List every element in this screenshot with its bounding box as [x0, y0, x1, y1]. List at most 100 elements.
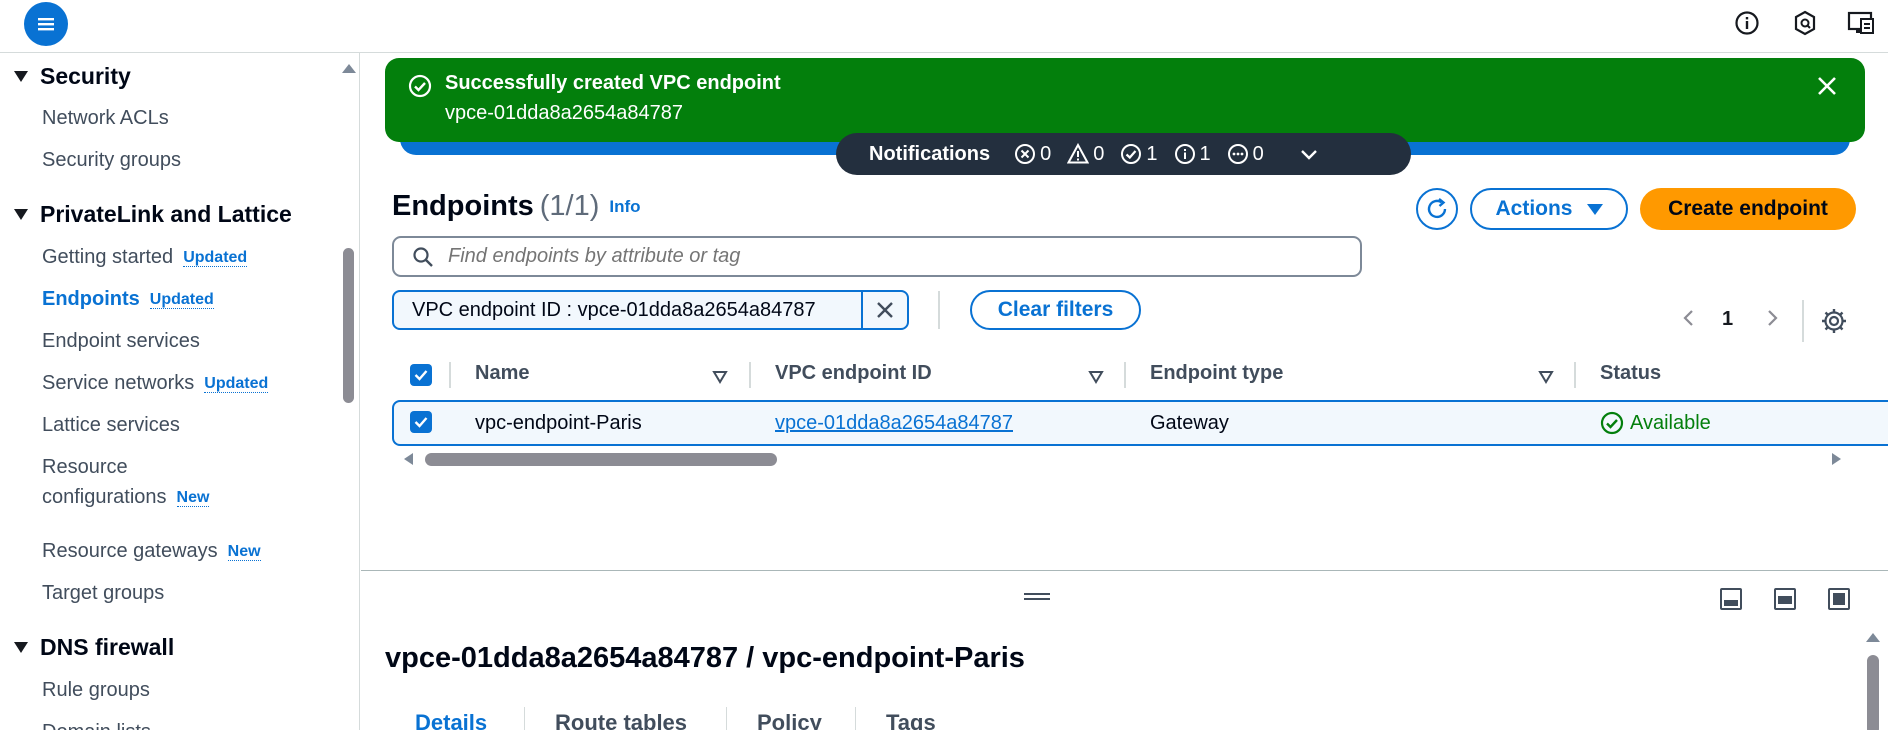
- sidebar-item-service-networks[interactable]: Service networks Updated: [42, 368, 269, 399]
- sidebar-item-resource-gateways[interactable]: Resource gateways New: [42, 536, 261, 567]
- clear-filters-button[interactable]: Clear filters: [970, 290, 1141, 330]
- divider: [938, 291, 940, 329]
- create-endpoint-button[interactable]: Create endpoint: [1640, 188, 1856, 230]
- detail-panel-title: vpce-01dda8a2654a84787 / vpc-endpoint-Pa…: [385, 642, 1025, 674]
- tab-details[interactable]: Details: [415, 710, 487, 730]
- sidebar-scrollbar[interactable]: [343, 248, 354, 403]
- flash-title: Successfully created VPC endpoint: [445, 72, 781, 94]
- nav-section-security[interactable]: Security: [14, 63, 131, 90]
- chevron-down-icon[interactable]: [1298, 143, 1320, 165]
- vertical-scrollbar[interactable]: [1867, 655, 1879, 730]
- column-header-name[interactable]: Name: [475, 362, 529, 385]
- column-divider: [1574, 362, 1576, 388]
- sidebar-item-rule-groups[interactable]: Rule groups: [42, 675, 150, 705]
- refresh-icon: [1427, 198, 1447, 219]
- caret-down-icon: [1586, 203, 1603, 215]
- sidebar-item-security-groups[interactable]: Security groups: [42, 145, 181, 175]
- tab-divider: [855, 707, 856, 730]
- success-check-icon: [408, 74, 432, 98]
- scroll-up-arrow[interactable]: [1866, 633, 1880, 642]
- new-badge: New: [227, 543, 261, 561]
- column-header-status[interactable]: Status: [1600, 362, 1661, 385]
- info-icon[interactable]: [1732, 8, 1762, 38]
- chevron-right-icon[interactable]: [1764, 310, 1780, 326]
- search-input[interactable]: [448, 245, 1328, 268]
- cell-endpoint-type: Gateway: [1150, 412, 1229, 434]
- horizontal-scrollbar[interactable]: [425, 453, 777, 466]
- success-flash-banner: Successfully created VPC endpoint vpce-0…: [385, 58, 1865, 142]
- warning-icon: [1067, 143, 1090, 164]
- vpc-endpoint-id-link[interactable]: vpce-01dda8a2654a84787: [775, 412, 1013, 435]
- in-progress-count: 0: [1227, 143, 1264, 166]
- row-checkbox[interactable]: [410, 411, 432, 433]
- tab-tags[interactable]: Tags: [886, 710, 936, 730]
- column-divider: [1124, 362, 1126, 388]
- sort-icon[interactable]: [712, 370, 728, 384]
- updated-badge: Updated: [149, 291, 214, 309]
- panel-side-icon[interactable]: [1774, 588, 1796, 610]
- status-badge: Available: [1600, 411, 1711, 435]
- info-count: 1: [1174, 143, 1211, 166]
- column-header-vpc-endpoint-id[interactable]: VPC endpoint ID: [775, 362, 932, 385]
- sidebar-item-target-groups[interactable]: Target groups: [42, 578, 164, 608]
- close-icon: [877, 302, 893, 318]
- flash-subtitle: vpce-01dda8a2654a84787: [445, 102, 683, 124]
- filter-token: VPC endpoint ID : vpce-01dda8a2654a84787: [392, 290, 909, 330]
- tab-divider: [726, 707, 727, 730]
- caret-down-icon: [14, 209, 28, 220]
- column-divider: [449, 362, 451, 388]
- info-icon: [1174, 144, 1195, 164]
- sidebar-item-endpoints[interactable]: Endpoints Updated: [42, 284, 214, 315]
- success-count: 1: [1120, 143, 1158, 166]
- scroll-left-arrow[interactable]: [404, 453, 413, 465]
- info-link[interactable]: Info: [609, 197, 640, 216]
- column-header-endpoint-type[interactable]: Endpoint type: [1150, 362, 1283, 385]
- search-input-container[interactable]: [392, 236, 1362, 277]
- sidebar-item-network-acls[interactable]: Network ACLs: [42, 103, 169, 133]
- scroll-up-arrow[interactable]: [342, 64, 356, 73]
- notifications-bar[interactable]: Notifications 0 0 1 1 0: [836, 133, 1411, 175]
- panel-maximize-icon[interactable]: [1828, 588, 1850, 610]
- remove-filter-button[interactable]: [863, 292, 907, 328]
- sidebar-item-endpoint-services[interactable]: Endpoint services: [42, 326, 200, 356]
- sidebar-item-domain-lists[interactable]: Domain lists: [42, 717, 151, 730]
- top-navigation-bar: [0, 0, 1888, 53]
- tab-divider: [524, 707, 525, 730]
- sort-icon[interactable]: [1088, 370, 1104, 384]
- success-check-icon: [1600, 411, 1624, 435]
- refresh-button[interactable]: [1416, 188, 1458, 230]
- select-all-checkbox[interactable]: [410, 364, 432, 386]
- checkmark-icon: [414, 417, 428, 428]
- current-page-number[interactable]: 1: [1722, 308, 1733, 331]
- sidebar-item-getting-started[interactable]: Getting started Updated: [42, 242, 248, 273]
- resize-handle[interactable]: [1024, 593, 1050, 601]
- tab-policy[interactable]: Policy: [757, 710, 822, 730]
- search-icon: [413, 246, 433, 267]
- error-icon: [1015, 144, 1036, 164]
- scroll-right-arrow[interactable]: [1832, 453, 1841, 465]
- column-divider: [749, 362, 751, 388]
- tab-route-tables[interactable]: Route tables: [555, 710, 687, 730]
- in-progress-icon: [1227, 144, 1248, 164]
- checkmark-icon: [414, 370, 428, 381]
- filter-token-label[interactable]: VPC endpoint ID : vpce-01dda8a2654a84787: [394, 292, 864, 328]
- hamburger-menu-icon[interactable]: [24, 2, 68, 46]
- sidebar-item-resource-configurations[interactable]: Resource configurations New: [42, 452, 210, 513]
- new-badge: New: [176, 489, 210, 507]
- chevron-left-icon[interactable]: [1681, 310, 1697, 326]
- sort-icon[interactable]: [1538, 370, 1554, 384]
- close-icon[interactable]: [1813, 72, 1841, 100]
- panel-bottom-icon[interactable]: [1720, 588, 1742, 610]
- nav-section-dns-firewall[interactable]: DNS firewall: [14, 634, 174, 661]
- caret-down-icon: [14, 71, 28, 82]
- shield-icon[interactable]: [1790, 8, 1820, 38]
- actions-dropdown-button[interactable]: Actions: [1470, 188, 1628, 230]
- error-count: 0: [1014, 143, 1051, 166]
- feedback-icon[interactable]: [1846, 8, 1876, 38]
- updated-badge: Updated: [204, 375, 269, 393]
- page-title: Endpoints (1/1) Info: [392, 190, 641, 222]
- gear-icon[interactable]: [1820, 307, 1848, 335]
- nav-section-privatelink[interactable]: PrivateLink and Lattice: [14, 201, 292, 228]
- sidebar-item-lattice-services[interactable]: Lattice services: [42, 410, 180, 440]
- success-icon: [1121, 144, 1142, 164]
